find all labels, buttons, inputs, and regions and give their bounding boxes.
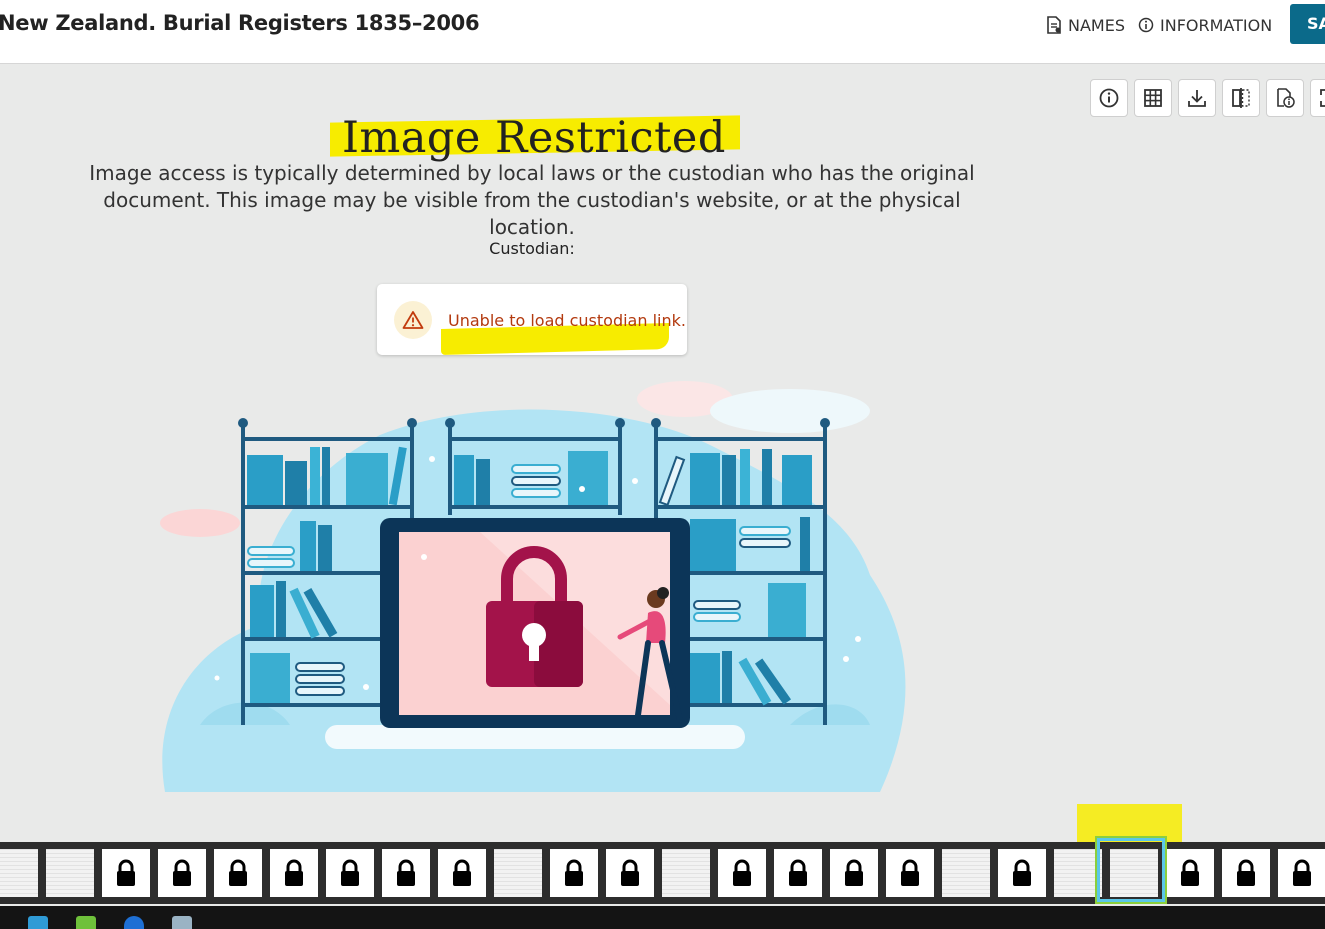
taskbar-app-icon-1[interactable] <box>28 916 48 929</box>
thumbnail-locked[interactable] <box>998 849 1046 897</box>
lock-icon <box>845 859 863 886</box>
header: New Zealand. Burial Registers 1835–2006 … <box>0 0 1325 64</box>
download-icon <box>1188 90 1206 107</box>
restriction-description: Image access is typically determined by … <box>89 161 975 239</box>
thumbnail-document[interactable] <box>0 849 38 897</box>
thumbnail-locked[interactable] <box>718 849 766 897</box>
names-label: NAMES <box>1068 15 1125 35</box>
selected-thumbnail-frame[interactable] <box>1095 836 1167 904</box>
thumbnail-locked[interactable] <box>438 849 486 897</box>
fullscreen-button[interactable] <box>1310 79 1325 117</box>
lock-icon <box>1013 859 1031 886</box>
warning-icon <box>402 311 424 329</box>
thumbnail-locked[interactable] <box>102 849 150 897</box>
lock-icon <box>901 859 919 886</box>
thumbnail-locked[interactable] <box>830 849 878 897</box>
lock-icon <box>341 859 359 886</box>
thumbnail-locked[interactable] <box>886 849 934 897</box>
image-toolbar <box>1090 79 1325 117</box>
thumbnail-locked[interactable] <box>158 849 206 897</box>
thumbnail-locked[interactable] <box>270 849 318 897</box>
lock-icon <box>453 859 471 886</box>
lock-icon <box>733 859 751 886</box>
alert-icon-circle <box>394 301 432 339</box>
restricted-library-illustration <box>160 381 906 792</box>
compare-icon <box>1232 88 1250 108</box>
thumbnail-document[interactable] <box>662 849 710 897</box>
fullscreen-icon <box>1320 89 1325 107</box>
lock-icon <box>229 859 247 886</box>
thumbnail-document[interactable] <box>942 849 990 897</box>
pink-cloud-left <box>160 509 240 537</box>
thumbnail-document[interactable] <box>1054 849 1102 897</box>
taskbar-app-icon-4[interactable] <box>172 916 192 929</box>
lock-icon <box>173 859 191 886</box>
taskbar-app-icon-3[interactable] <box>124 916 144 929</box>
floor-platform <box>325 725 745 749</box>
information-label: INFORMATION <box>1160 15 1273 35</box>
save-button[interactable]: SA <box>1290 4 1325 44</box>
lock-icon <box>1181 859 1199 886</box>
grid-icon <box>1144 89 1162 107</box>
thumbnail-locked[interactable] <box>774 849 822 897</box>
image-restricted-heading: Image Restricted <box>342 113 726 163</box>
document-info-icon <box>1277 88 1295 108</box>
heading-wrapper: Image Restricted <box>330 113 742 163</box>
lock-icon <box>565 859 583 886</box>
thumbnail-document[interactable] <box>46 849 94 897</box>
names-document-icon <box>1047 16 1061 34</box>
os-taskbar <box>0 906 1325 929</box>
lock-icon <box>1293 859 1311 886</box>
white-cloud-top <box>710 389 870 433</box>
names-button[interactable]: NAMES <box>1046 14 1125 36</box>
custodian-label: Custodian: <box>489 239 575 258</box>
custodian-link-error: Unable to load custodian link. <box>448 311 686 330</box>
lock-icon <box>789 859 807 886</box>
thumbnail-locked[interactable] <box>1166 849 1214 897</box>
info-tool-button[interactable] <box>1090 79 1128 117</box>
grid-view-button[interactable] <box>1134 79 1172 117</box>
thumbnail-locked[interactable] <box>1278 849 1325 897</box>
info-icon <box>1099 88 1119 108</box>
document-info-button[interactable] <box>1266 79 1304 117</box>
thumbnail-locked[interactable] <box>326 849 374 897</box>
info-circle-icon <box>1138 17 1154 33</box>
compare-button[interactable] <box>1222 79 1260 117</box>
lock-icon <box>1237 859 1255 886</box>
thumbnail-locked[interactable] <box>550 849 598 897</box>
thumbnail-document[interactable] <box>494 849 542 897</box>
thumbnail-locked[interactable] <box>382 849 430 897</box>
custodian-alert: Unable to load custodian link. <box>377 284 687 355</box>
lock-icon <box>285 859 303 886</box>
thumbnail-locked[interactable] <box>214 849 262 897</box>
thumbnail-locked[interactable] <box>1222 849 1270 897</box>
download-button[interactable] <box>1178 79 1216 117</box>
information-button[interactable]: INFORMATION <box>1138 14 1272 36</box>
thumbnail-locked[interactable] <box>606 849 654 897</box>
lock-icon <box>621 859 639 886</box>
page-title: New Zealand. Burial Registers 1835–2006 <box>0 11 480 35</box>
lock-icon <box>397 859 415 886</box>
lock-icon <box>117 859 135 886</box>
taskbar-app-icon-2[interactable] <box>76 916 96 929</box>
